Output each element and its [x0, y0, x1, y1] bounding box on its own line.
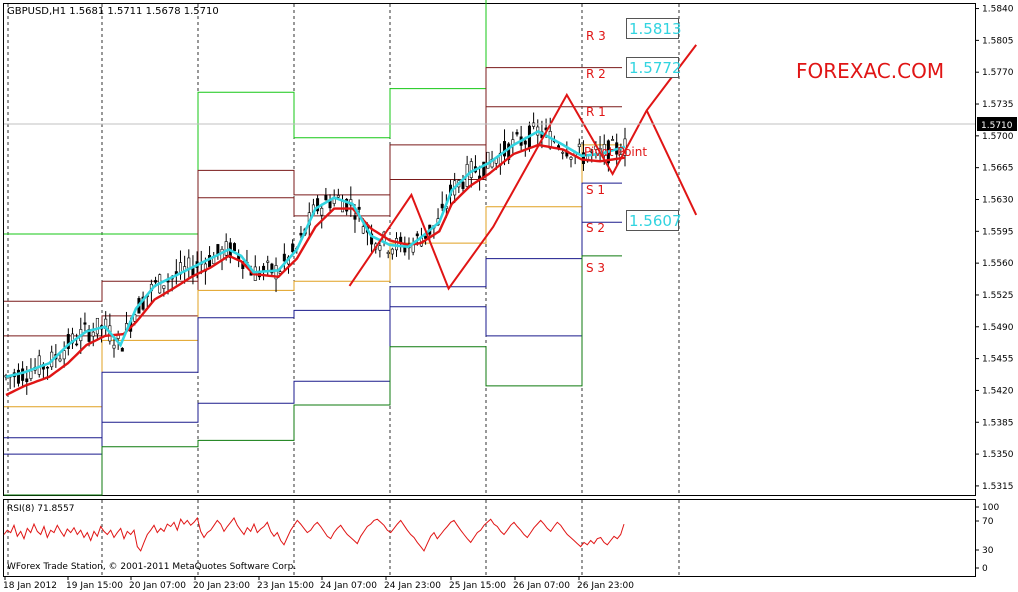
candle-body: [291, 243, 295, 253]
candle-body: [224, 241, 228, 256]
candle-body: [83, 322, 87, 325]
price-tick-label: 1.5420: [982, 386, 1014, 396]
label-r3: R 3: [586, 29, 606, 43]
candle-body: [390, 248, 394, 255]
candle-body: [469, 161, 473, 178]
candle-body: [415, 233, 419, 237]
label-pivot-point: Pivot Point: [584, 145, 647, 159]
candle-body: [187, 257, 191, 269]
candle-body: [299, 232, 303, 236]
candle-body: [461, 181, 465, 189]
price-tick-label: 1.5665: [982, 164, 1014, 174]
candle-body: [503, 141, 507, 157]
rsi-tick-label-0: 0: [982, 564, 988, 574]
candle-body: [282, 253, 286, 262]
candle-body: [561, 151, 565, 154]
candle-body: [353, 215, 357, 220]
candle-body: [266, 260, 270, 263]
candle-body: [16, 369, 20, 384]
price-tick-label: 1.5840: [982, 5, 1014, 15]
price-tick-label: 1.5525: [982, 291, 1014, 301]
rsi-tick-label-70: 70: [982, 517, 994, 527]
candle-body: [208, 255, 212, 268]
candle-body: [37, 355, 41, 375]
price-axis: 1.5840 1.5805 1.5770 1.5735 1.5700 1.5665 1.56…: [975, 5, 1014, 492]
candle-body: [232, 243, 236, 252]
price-box-2: 1.5772: [629, 59, 682, 77]
price-tick-label: 1.5315: [982, 482, 1014, 492]
time-tick-label: 26 Jan 23:00: [577, 581, 634, 591]
candle-body: [154, 280, 158, 283]
watermark: FOREXAC.COM: [796, 59, 944, 83]
candle-body: [336, 195, 340, 198]
candle-body: [515, 132, 519, 135]
candle-body: [386, 251, 390, 254]
time-tick-label: 26 Jan 07:00: [513, 581, 570, 591]
time-tick-label: 24 Jan 23:00: [384, 581, 441, 591]
candle-body: [532, 122, 536, 127]
candle-body: [91, 331, 95, 337]
price-box-1: 1.5813: [629, 20, 682, 38]
candle-body: [399, 236, 403, 243]
current-price-label: 1.5710: [981, 121, 1013, 131]
candle-body: [569, 156, 573, 160]
price-tick-label: 1.5490: [982, 323, 1014, 333]
candle-body: [46, 366, 50, 369]
price-tick-label: 1.5455: [982, 355, 1014, 365]
symbol-info: GBPUSD,H1 1.5681 1.5711 1.5678 1.5710: [7, 6, 219, 17]
label-s2: S 2: [586, 221, 605, 235]
rsi-tick-label-30: 30: [982, 546, 994, 556]
candle-body: [320, 207, 324, 216]
price-tick-label: 1.5595: [982, 227, 1014, 237]
price-tick-label: 1.5735: [982, 100, 1014, 110]
candle-body: [486, 151, 490, 169]
time-tick-label: 25 Jan 15:00: [449, 581, 506, 591]
candle-body: [577, 143, 581, 148]
candle-body: [112, 344, 116, 349]
candle-body: [378, 245, 382, 251]
candle-body: [611, 139, 615, 141]
price-tick-label: 1.5385: [982, 418, 1014, 428]
candle-body: [58, 358, 62, 362]
candle-body: [95, 317, 99, 335]
chart-window[interactable]: R 3 R 2 R 1 Pivot Point S 1 S 2 S 3 1.58…: [0, 0, 1018, 592]
price-tick-label: 1.5770: [982, 68, 1014, 78]
time-axis: 18 Jan 2012 19 Jan 15:00 20 Jan 07:00 20 Ja…: [3, 576, 634, 591]
time-tick-label: 20 Jan 07:00: [129, 581, 186, 591]
time-tick-label: 20 Jan 23:00: [193, 581, 250, 591]
candle-body: [440, 203, 444, 209]
price-tick-label: 1.5560: [982, 259, 1014, 269]
candle-body: [120, 347, 124, 352]
rsi-label: RSI(8) 71.8557: [7, 504, 74, 514]
time-tick-label: 24 Jan 07:00: [320, 581, 377, 591]
copyright: WForex Trade Station, © 2001-2011 MetaQu…: [7, 562, 296, 572]
candle-body: [361, 226, 365, 234]
candle-body: [403, 246, 407, 253]
candle-body: [75, 343, 79, 346]
candle-body: [62, 350, 66, 360]
candle-body: [21, 368, 25, 381]
time-tick-label: 19 Jan 15:00: [66, 581, 123, 591]
label-s3: S 3: [586, 261, 605, 275]
candle-body: [25, 378, 29, 382]
candle-body: [341, 200, 345, 213]
price-box-3: 1.5607: [629, 212, 682, 230]
time-tick-label: 23 Jan 15:00: [257, 581, 314, 591]
candle-body: [395, 238, 399, 251]
label-s1: S 1: [586, 183, 605, 197]
price-tick-label: 1.5350: [982, 450, 1014, 460]
label-r1: R 1: [586, 105, 606, 119]
label-r2: R 2: [586, 67, 606, 81]
price-tick-label: 1.5630: [982, 195, 1014, 205]
candle-body: [29, 370, 33, 379]
price-tick-label: 1.5700: [982, 132, 1014, 142]
rsi-tick-label-100: 100: [982, 503, 999, 513]
candle-body: [324, 195, 328, 201]
candle-body: [162, 285, 166, 289]
time-tick-label: 18 Jan 2012: [3, 581, 57, 591]
candle-body: [357, 206, 361, 210]
price-tick-label: 1.5805: [982, 36, 1014, 46]
candle-body: [523, 140, 527, 145]
